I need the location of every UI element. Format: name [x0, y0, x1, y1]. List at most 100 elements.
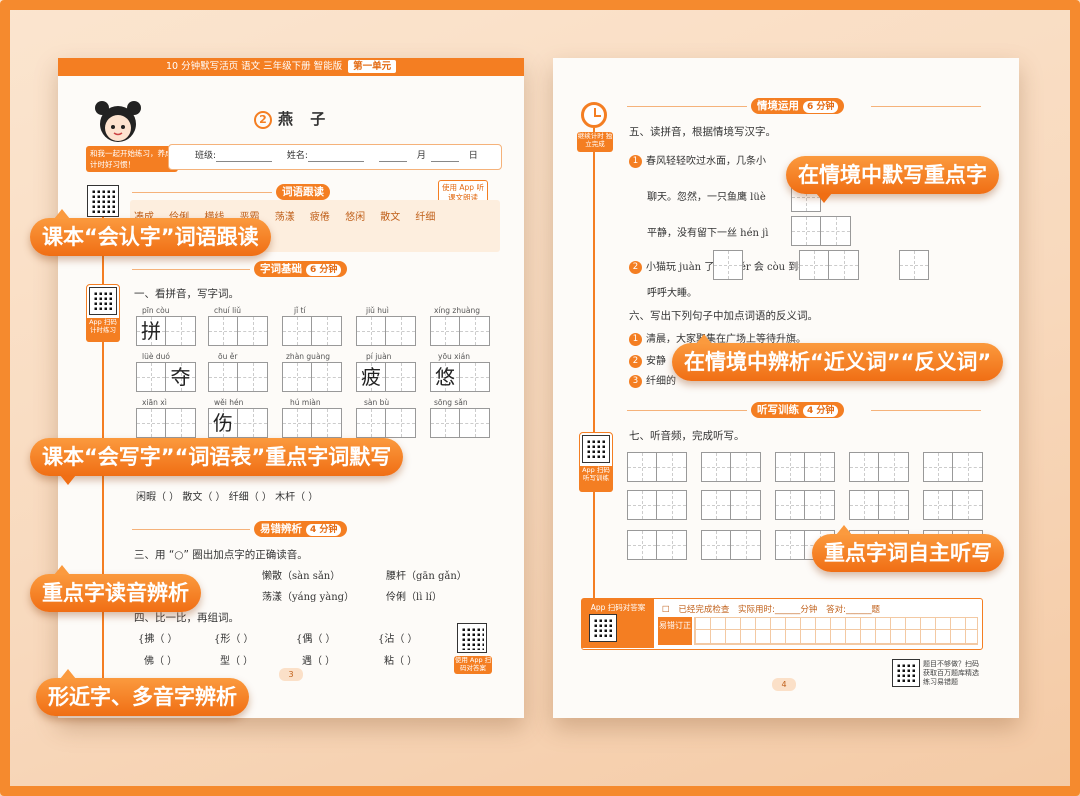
done-checkbox-label[interactable]: 已经完成检查 — [678, 605, 729, 615]
antonym-item: 2 安静 — [629, 352, 666, 368]
context-text: 聊天。忽然，一只鱼鹰 lüè — [647, 192, 766, 203]
clock-caption: 继续计时 独立完成 — [577, 132, 613, 152]
item-number: 1 — [629, 155, 642, 168]
section-mistakes-title: 易错辨析 — [260, 523, 302, 535]
char-grid[interactable] — [430, 316, 490, 346]
divider — [132, 529, 250, 530]
dictation-grid[interactable] — [701, 490, 761, 520]
char-grid[interactable] — [430, 408, 490, 438]
page-header: 10 分钟默写活页 语文 三年级下册 智能版 第一单元 — [58, 58, 524, 76]
item-number: 3 — [629, 375, 642, 388]
month-field[interactable] — [378, 150, 407, 162]
antonym-line: 闲暇（ ） 散文（ ） 纤细（ ） 木杆（ ） — [136, 492, 319, 503]
pronunciation-item[interactable]: 伶俐（lì lí） — [386, 588, 442, 603]
char-grid[interactable] — [791, 216, 851, 246]
divider — [132, 269, 250, 270]
dictation-grid[interactable] — [701, 452, 761, 482]
callout-pronunciation: 重点字读音辨析 — [30, 565, 201, 612]
lesson-title-text: 燕 子 — [278, 110, 332, 128]
char-grid[interactable]: 夺 — [136, 362, 196, 392]
dictation-grid[interactable] — [849, 452, 909, 482]
minute-label: 分钟 — [800, 605, 818, 615]
divider — [132, 192, 272, 193]
pronunciation-item[interactable]: 腰杆（gān gǎn） — [386, 567, 467, 582]
correction-grid[interactable] — [694, 617, 978, 645]
char-grid[interactable] — [208, 316, 268, 346]
char-grid[interactable]: 悠 — [430, 362, 490, 392]
dictation-grid[interactable] — [923, 490, 983, 520]
char-grid[interactable] — [136, 408, 196, 438]
grid-char: 悠 — [435, 365, 455, 389]
qr-code-icon[interactable] — [457, 623, 487, 653]
callout-context-write: 在情境中默写重点字 — [786, 156, 999, 203]
dictation-grid[interactable] — [775, 452, 835, 482]
qr-code-icon[interactable] — [892, 659, 920, 687]
qr-dictation-box[interactable]: App 扫码听写训练 — [579, 432, 613, 492]
class-field[interactable] — [216, 150, 273, 162]
timeline — [593, 128, 595, 648]
grid-char: 伤 — [213, 411, 233, 435]
compare-item: 形（ ） — [220, 634, 254, 645]
char-grid[interactable] — [282, 408, 342, 438]
context-line: 1 春风轻轻吹过水面，几条小 — [629, 152, 766, 168]
day-field[interactable] — [430, 150, 459, 162]
header-text: 10 分钟默写活页 语文 三年级下册 智能版 — [166, 61, 343, 72]
section-read: 词语跟读 — [276, 184, 330, 200]
char-grid[interactable]: 疲 — [356, 362, 416, 392]
callout-synonym-antonym: 在情境中辨析“近义词”“反义词” — [672, 334, 1004, 381]
pinyin: pí juàn — [366, 352, 392, 361]
correction-label: 易错订正 — [658, 617, 692, 645]
dictation-grid[interactable] — [701, 530, 761, 560]
char-grid[interactable] — [799, 250, 859, 280]
context-text: 呼呼大睡。 — [647, 288, 697, 299]
char-grid[interactable] — [899, 250, 929, 280]
divider — [871, 106, 981, 107]
compare-item: 偶（ ） — [302, 634, 336, 645]
char-grid[interactable] — [282, 316, 342, 346]
qr-code-icon[interactable] — [87, 185, 119, 217]
lesson-title: 2 燕 子 — [254, 108, 331, 129]
time-badge: 4 分钟 — [306, 524, 342, 536]
char-grid[interactable]: 拼 — [136, 316, 196, 346]
compare-item: 沾（ ） — [384, 634, 418, 645]
dictation-grid[interactable] — [627, 530, 687, 560]
qr-timer-box[interactable]: App 扫码计时练习 — [86, 284, 120, 342]
name-field[interactable] — [307, 150, 364, 162]
antonym-sentence: 安静 — [646, 356, 666, 367]
dictation-grid[interactable] — [849, 490, 909, 520]
char-grid[interactable] — [282, 362, 342, 392]
divider — [871, 410, 981, 411]
item-number: 2 — [629, 355, 642, 368]
pinyin: wěi hén — [214, 398, 244, 407]
char-grid[interactable]: 伤 — [208, 408, 268, 438]
pronunciation-item[interactable]: 荡漾（yáng yàng） — [262, 588, 354, 603]
qr-caption: App 扫码听写训练 — [579, 466, 613, 492]
pinyin: yōu xián — [438, 352, 471, 361]
time-used-label: 实际用时: — [738, 605, 775, 615]
dictation-grid[interactable] — [923, 452, 983, 482]
char-grid[interactable] — [713, 250, 743, 280]
page-number: 4 — [772, 678, 796, 691]
class-label: 班级: — [195, 151, 217, 161]
dictation-grid[interactable] — [627, 452, 687, 482]
pronunciation-item[interactable]: 懒散（sàn sǎn） — [262, 567, 340, 582]
char-grid[interactable] — [208, 362, 268, 392]
char-grid[interactable] — [356, 316, 416, 346]
dictation-grid[interactable] — [627, 490, 687, 520]
compare-pair: {形（ ） — [214, 634, 254, 645]
char-grid[interactable] — [356, 408, 416, 438]
answer-scan-panel[interactable]: App 扫码对答案 — [582, 599, 654, 648]
section-mistakes: 易错辨析 4 分钟 — [254, 521, 348, 537]
pinyin: hú miàn — [290, 398, 321, 407]
dictation-grid[interactable] — [775, 490, 835, 520]
context-text: 平静，没有留下一丝 hén jì — [647, 228, 769, 239]
section-dictation: 听写训练 4 分钟 — [751, 402, 845, 418]
time-badge: 6 分钟 — [306, 264, 342, 276]
item-number: 1 — [629, 333, 642, 346]
questions-label: 题 — [871, 605, 881, 615]
qr-code-icon — [582, 435, 610, 463]
student-info-bar: 班级: 姓名: 月 日 — [168, 144, 502, 170]
grid-char: 夺 — [170, 365, 191, 389]
antonym-item: 3 纤细的 — [629, 372, 676, 388]
qr-caption: App 扫码计时练习 — [86, 318, 120, 342]
